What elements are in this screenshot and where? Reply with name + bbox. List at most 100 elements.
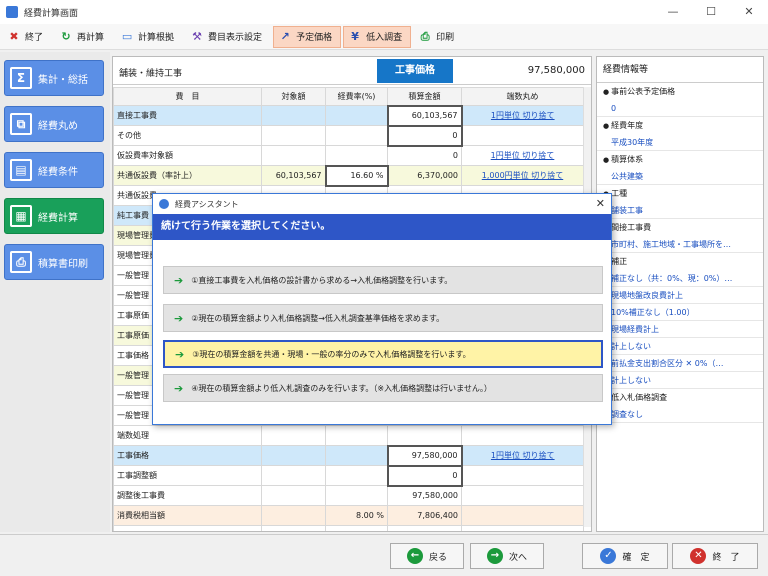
dialog-option-4[interactable]: ➔ ④現在の積算金額より低入札調査のみを行います。（※入札価格調整は行いません。） [163, 374, 603, 402]
next-arrow-icon: → [486, 548, 503, 564]
toolbar-button-0[interactable]: ✖ 終了 [2, 26, 52, 48]
dialog-title-bar: 経費アシスタント [153, 194, 611, 214]
row-item-name: 端数処理 [113, 425, 262, 446]
table-row: その他 0 [113, 124, 584, 147]
dialog-app-icon [159, 199, 169, 209]
table-row: 工事費計 105,386,4001円単位 切り捨て [113, 525, 584, 531]
close-window-button[interactable]: ✕ [730, 0, 768, 24]
info-label: 事前公表予定価格 [597, 83, 763, 100]
speech-bubble-icon: ▭ [121, 29, 133, 43]
row-amount: 6,370,000 [387, 165, 462, 186]
summary-header: 舗装・維持工事 工事価格 97,580,000 [113, 57, 591, 85]
toolbar-button-label: 計算根拠 [138, 33, 175, 43]
left-nav: Σ 集計・総括 ⧉ 経費丸め ▤ 経費条件 ▦ 経費計算 ⎙ 積算書印刷 [0, 52, 110, 532]
info-value[interactable]: 計上しない [597, 338, 763, 355]
col-header-rate: 経費率(%) [325, 87, 388, 106]
row-item-name: 直接工事費 [113, 105, 262, 126]
info-value[interactable]: 前払金支出割合区分 ✕ 0%（… [597, 355, 763, 372]
next-arrow-button[interactable]: → 次へ [470, 543, 544, 569]
row-amount[interactable]: 0 [386, 124, 463, 147]
info-value[interactable]: 公共建築 [597, 168, 763, 185]
info-label: 間接工事費 [597, 219, 763, 236]
toolbar-button-3[interactable]: ⚒ 費目表示設定 [185, 26, 271, 48]
row-rounding [461, 125, 584, 146]
minimize-button[interactable]: — [654, 0, 692, 24]
row-amount[interactable]: 0 [386, 464, 463, 487]
info-value[interactable]: 0 [597, 100, 763, 117]
dialog-option-2[interactable]: ➔ ②現在の積算金額より入札価格調整→低入札調査基準価格を求めます。 [163, 304, 603, 332]
table-header-row: 費 目 対象額 経費率(%) 積算金額 端数丸め [113, 87, 584, 106]
toolbar-button-label: 再計算 [77, 33, 105, 43]
info-value[interactable]: 市町村、施工地域・工事場所を… [597, 236, 763, 253]
arrow-right-icon: ➔ [174, 381, 184, 395]
refresh-icon: ↻ [61, 29, 71, 43]
assistant-dialog: 経費アシスタント ✕ 続けて行う作業を選択してください。 ➔ ①直接工事費を入札価… [152, 193, 612, 425]
nav-button-label: 積算書印刷 [38, 258, 88, 270]
info-value[interactable]: 現場地盤改良費計上 [597, 287, 763, 304]
back-arrow-button[interactable]: ← 戻る [390, 543, 464, 569]
info-value[interactable]: 調査なし [597, 406, 763, 423]
toolbar-button-5[interactable]: ¥ 低入調査 [343, 25, 412, 48]
info-panel-title: 経費情報等 [597, 57, 763, 83]
row-item-name: 消費税相当額 [113, 505, 262, 526]
toolbar-button-label: 低入調査 [366, 33, 403, 43]
conditions-icon: ▤ [10, 159, 32, 181]
row-amount[interactable]: 97,580,000 [386, 444, 463, 467]
back-arrow-icon: ← [406, 548, 423, 564]
row-rounding [461, 505, 584, 526]
row-target [261, 145, 326, 166]
nav-button-0[interactable]: Σ 集計・総括 [4, 60, 104, 96]
dialog-option-text: ③現在の積算金額を共通・現場・一般の率分のみで入札価格調整を行います。 [192, 349, 471, 359]
row-rate [325, 125, 388, 146]
toolbar-button-1[interactable]: ↻ 再計算 [54, 26, 113, 48]
row-rounding[interactable]: 1円単位 切り捨て [461, 105, 584, 126]
toolbar-button-2[interactable]: ▭ 計算根拠 [115, 26, 183, 48]
info-value[interactable]: 平成30年度 [597, 134, 763, 151]
row-item-name: その他 [113, 125, 262, 146]
arrow-right-icon: ➔ [175, 347, 185, 361]
nav-button-2[interactable]: ▤ 経費条件 [4, 152, 104, 188]
close-circle-button[interactable]: ✕ 終 了 [672, 543, 758, 569]
row-rounding[interactable]: 1円単位 切り捨て [461, 145, 584, 166]
nav-button-label: 経費丸め [38, 120, 78, 132]
row-rounding[interactable]: 1円単位 切り捨て [461, 525, 584, 531]
row-amount: 7,806,400 [387, 505, 462, 526]
close-circle-icon: ✕ [690, 548, 707, 564]
dialog-option-3[interactable]: ➔ ③現在の積算金額を共通・現場・一般の率分のみで入札価格調整を行います。 [163, 340, 603, 368]
row-rounding [461, 465, 584, 486]
nav-button-3[interactable]: ▦ 経費計算 [4, 198, 104, 234]
info-value[interactable]: 補正なし（共：0%、現：0%）… [597, 270, 763, 287]
toolbar-button-4[interactable]: ↗ 予定価格 [273, 25, 342, 48]
row-rate [325, 105, 388, 126]
row-rounding[interactable]: 1円単位 切り捨て [461, 445, 584, 466]
toolbar-button-label: 費目表示設定 [208, 33, 263, 43]
table-row: 工事調整額 0 [113, 464, 584, 487]
info-value[interactable]: 10%補正なし（1.00） [597, 304, 763, 321]
info-value[interactable]: 現場経費計上 [597, 321, 763, 338]
check-button[interactable]: ✓ 確 定 [582, 543, 668, 569]
row-rate [325, 445, 388, 466]
row-rounding[interactable]: 1,000円単位 切り捨て [461, 165, 584, 186]
toolbar-button-label: 終了 [25, 33, 44, 43]
toolbar-button-label: 予定価格 [296, 33, 333, 43]
dialog-option-1[interactable]: ➔ ①直接工事費を入札価格の設計書から求める→入札価格調整を行います。 [163, 266, 603, 294]
maximize-button[interactable]: ☐ [692, 0, 730, 24]
row-rate [325, 485, 388, 506]
section-label: 舗装・維持工事 [119, 69, 183, 79]
row-item-name: 共通仮設費（率計上） [113, 165, 262, 186]
table-row: 共通仮設費（率計上） 60,103,567 16.60 % 6,370,000 1,00… [113, 164, 584, 187]
nav-button-1[interactable]: ⧉ 経費丸め [4, 106, 104, 142]
info-label: 工種 [597, 185, 763, 202]
app-icon [6, 6, 18, 18]
category-label: 工事価格 [377, 59, 453, 83]
info-value[interactable]: 計上しない [597, 372, 763, 389]
row-rate[interactable]: 16.60 % [324, 164, 389, 187]
info-value[interactable]: 舗装工事 [597, 202, 763, 219]
print-doc-icon: ⎙ [10, 251, 32, 273]
dialog-close-button[interactable]: ✕ [596, 197, 605, 210]
nav-button-4[interactable]: ⎙ 積算書印刷 [4, 244, 104, 280]
row-amount[interactable]: 60,103,567 [386, 104, 463, 127]
row-amount: 97,580,000 [387, 485, 462, 506]
toolbar-button-6[interactable]: ⎙ 印刷 [413, 26, 463, 48]
row-target [261, 485, 326, 506]
